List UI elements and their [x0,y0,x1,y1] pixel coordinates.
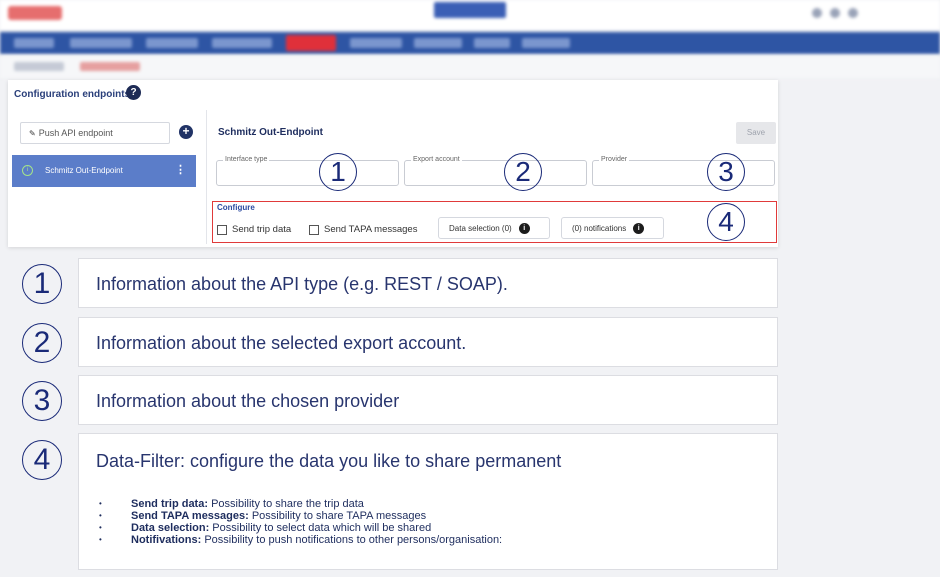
list-item: Data selection: Possibility to select da… [95,522,502,534]
info-text-2: Information about the selected export ac… [96,333,467,353]
data-selection-button[interactable]: Data selection (0) i [438,217,550,239]
send-trip-data-label: Send trip data [232,224,292,235]
info-icon: i [518,222,530,234]
provider-label: Provider [599,156,630,163]
save-button[interactable]: Save [736,122,776,144]
background-subnav-item [80,62,140,71]
background-subnav [0,56,940,78]
endpoint-list-item[interactable]: i Schmitz Out-Endpoint ⋮ [12,155,196,187]
checkbox-icon[interactable] [217,224,227,235]
interface-type-field[interactable]: Interface type [216,156,399,186]
list-item: Send trip data: Possibility to share the… [95,498,502,510]
configuration-card: Configuration endpoints ? ✎ Push API endp… [8,80,778,247]
background-nav-item [212,38,272,48]
config-title: Configuration endpoints [14,89,131,100]
send-tapa-messages-checkbox[interactable]: Send TAPA messages [309,224,417,235]
endpoint-list-panel: ✎ Push API endpoint + i Schmitz Out-Endpo… [12,110,207,244]
feature-bullet-list: Send trip data: Possibility to share the… [95,498,502,546]
info-text-1: Information about the API type (e.g. RES… [96,274,508,294]
background-top-bar [0,0,940,30]
send-tapa-label: Send TAPA messages [324,224,418,235]
background-subnav-item [14,62,64,71]
info-box-1: Information about the API type (e.g. RES… [78,258,778,308]
bullet-desc: Possibility to select data which will be… [209,522,432,534]
provider-field[interactable]: Provider [592,156,775,186]
bullet-desc: Possibility to share the trip data [208,498,364,510]
background-nav-item [522,38,570,48]
more-options-icon[interactable]: ⋮ [175,163,186,177]
background-nav-active [286,35,336,51]
background-search [434,2,506,18]
data-selection-label: Data selection (0) [449,223,512,233]
info-box-3: Information about the chosen provider [78,375,778,425]
legend-number-1: 1 [22,264,62,304]
push-api-endpoint-input[interactable]: ✎ Push API endpoint [20,122,170,144]
bullet-desc: Possibility to push notifications to oth… [201,534,503,546]
bullet-term: Send trip data: [131,498,209,510]
marker-4: 4 [707,203,745,241]
push-input-placeholder: Push API endpoint [38,128,113,138]
bullet-term: Data selection: [131,522,210,534]
app-logo [8,6,62,20]
endpoint-detail-panel: Schmitz Out-Endpoint Save Interface type… [208,110,778,244]
background-nav-bar [0,32,940,54]
endpoint-title: Schmitz Out-Endpoint [218,127,323,138]
send-trip-data-checkbox[interactable]: Send trip data [217,224,291,235]
list-item: Notifivations: Possibility to push notif… [95,534,502,546]
legend-number-2: 2 [22,323,62,363]
endpoint-item-label: Schmitz Out-Endpoint [45,166,123,175]
configure-section: Configure Send trip data Send TAPA messa… [212,201,777,243]
background-user-icon [812,8,822,18]
marker-2: 2 [504,153,542,191]
info-box-2: Information about the selected export ac… [78,317,778,367]
background-nav-item [14,38,54,48]
background-nav-item [146,38,198,48]
background-nav-item [414,38,462,48]
bullet-term: Send TAPA messages: [131,510,249,522]
background-settings-icon [848,8,858,18]
info-icon: i [633,222,645,234]
legend-number-3: 3 [22,381,62,421]
notifications-label: (0) notifications [572,223,627,233]
list-item: Send TAPA messages: Possibility to share… [95,510,502,522]
help-icon[interactable]: ? [126,85,141,100]
info-box-4: Data-Filter: configure the data you like… [78,433,778,570]
background-nav-item [70,38,132,48]
info-text-3: Information about the chosen provider [96,391,400,411]
info-icon: i [22,165,33,176]
background-nav-item [474,38,510,48]
bullet-term: Notifivations: [131,534,202,546]
export-account-field[interactable]: Export account [404,156,587,186]
notifications-button[interactable]: (0) notifications i [561,217,664,239]
interface-type-label: Interface type [223,156,270,163]
export-account-label: Export account [411,156,462,163]
legend-number-4: 4 [22,440,62,480]
marker-3: 3 [707,153,745,191]
edit-icon: ✎ [29,129,36,138]
background-nav-item [350,38,402,48]
marker-1: 1 [319,153,357,191]
bullet-desc: Possibility to share TAPA messages [248,510,427,522]
info-text-4: Data-Filter: configure the data you like… [96,451,562,471]
add-endpoint-icon[interactable]: + [179,125,193,139]
configure-label: Configure [217,203,255,212]
checkbox-icon[interactable] [309,224,319,235]
background-bell-icon [830,8,840,18]
